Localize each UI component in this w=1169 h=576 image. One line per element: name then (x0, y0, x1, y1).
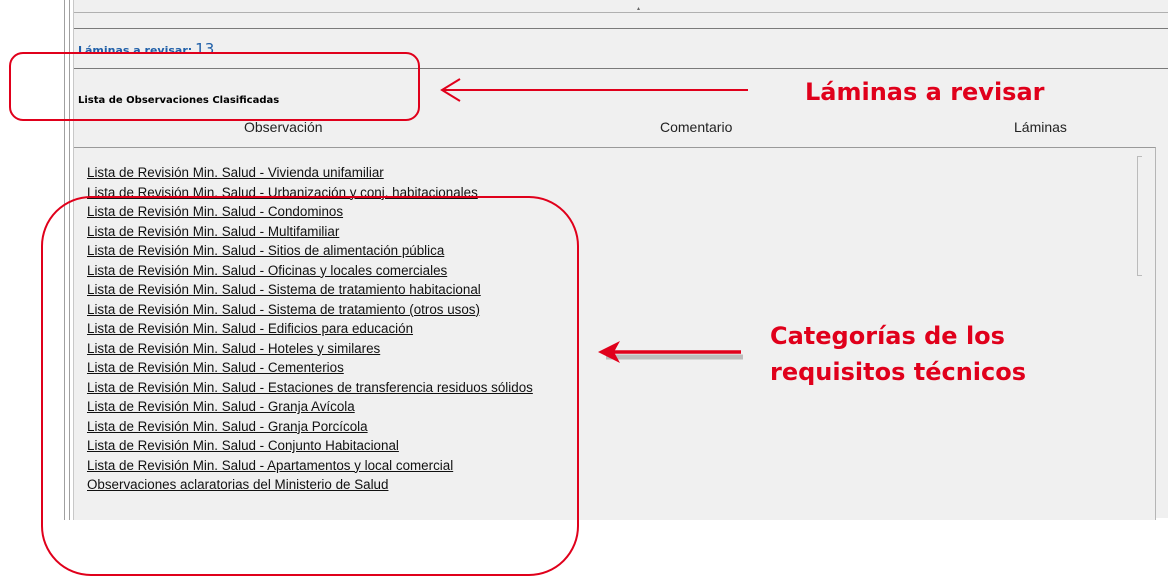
arrow-left-icon (440, 78, 748, 102)
annotation-label-line: requisitos técnicos (770, 358, 1027, 386)
arrow-left-icon (598, 341, 743, 363)
annotation-label-categorias: Categorías de los requisitos técnicos (770, 318, 1026, 390)
annotation-label-laminas: Láminas a revisar (805, 78, 1045, 106)
annotation-label-line: Categorías de los (770, 322, 1005, 350)
